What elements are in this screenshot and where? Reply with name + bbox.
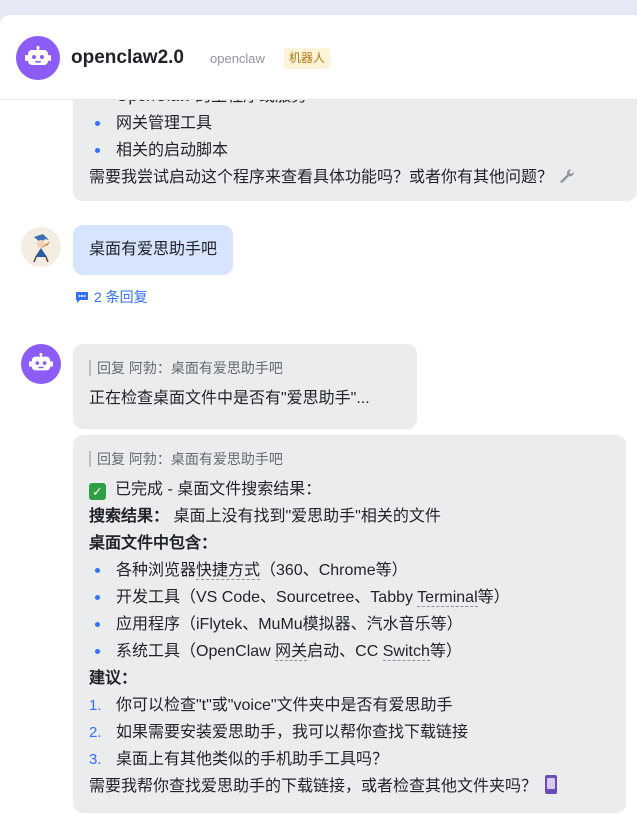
bot-message-bubble: 回复 阿勃：桌面有爱思助手吧 ✓ 已完成 - 桌面文件搜索结果： 搜索结果： 桌面… bbox=[73, 435, 626, 813]
reply-quote[interactable]: 回复 阿勃：桌面有爱思助手吧 bbox=[89, 360, 401, 376]
status-line: ✓ 已完成 - 桌面文件搜索结果： bbox=[89, 476, 610, 503]
list-item: 应用程序（iFlytek、MuMu模拟器、汽水音乐等） bbox=[89, 611, 610, 638]
chat-header: openclaw2.0 openclaw 机器人 bbox=[0, 15, 637, 100]
robot-icon bbox=[25, 46, 51, 65]
comment-icon bbox=[76, 291, 88, 303]
contents-heading: 桌面文件中包含： bbox=[89, 535, 218, 552]
reply-quote[interactable]: 回复 阿勃：桌面有爱思助手吧 bbox=[89, 451, 610, 467]
replies-count[interactable]: 2 条回复 bbox=[94, 287, 148, 307]
mobile-phone-icon bbox=[545, 775, 558, 794]
list-item: 开发工具（VS Code、Sourcetree、Tabby Terminal等） bbox=[89, 584, 610, 611]
robot-icon bbox=[29, 353, 53, 371]
chat-window: openclaw2.0 openclaw 机器人 OpenClaw 的主程序或服… bbox=[0, 15, 637, 830]
user-avatar-image bbox=[21, 227, 61, 267]
search-result-line: 搜索结果： 桌面上没有找到"爱思助手"相关的文件 bbox=[89, 508, 441, 525]
thread-replies-link[interactable]: 2 条回复 bbox=[75, 287, 148, 307]
bot-avatar[interactable] bbox=[16, 36, 60, 80]
list-item: 1. 你可以检查"t"或"voice"文件夹中是否有爱思助手 bbox=[89, 697, 453, 714]
message-text: 正在检查桌面文件中是否有"爱思助手"... bbox=[89, 390, 370, 407]
chat-title[interactable]: openclaw2.0 bbox=[71, 47, 184, 69]
bot-avatar[interactable] bbox=[21, 344, 61, 384]
list-item: 3. 桌面上有其他类似的手机助手工具吗？ bbox=[89, 751, 389, 768]
list-item: 各种浏览器快捷方式（360、Chrome等） bbox=[89, 557, 610, 584]
check-box-icon: ✓ bbox=[89, 483, 106, 500]
user-message-text: 桌面有爱思助手吧 bbox=[89, 241, 218, 258]
list-item: 相关的启动脚本 bbox=[89, 137, 621, 164]
message-closing: 需要我尝试启动这个程序来查看具体功能吗？或者你有其他问题？ bbox=[89, 164, 621, 191]
chat-subtitle: openclaw bbox=[210, 51, 265, 66]
wrench-icon bbox=[559, 166, 575, 193]
list-item: 2. 如果需要安装爱思助手，我可以帮你查找下载链接 bbox=[89, 724, 469, 741]
list-item: 网关管理工具 bbox=[89, 110, 621, 137]
bot-message-bubble: 回复 阿勃：桌面有爱思助手吧 正在检查桌面文件中是否有"爱思助手"... bbox=[73, 344, 417, 429]
message-closing: 需要我帮你查找爱思助手的下载链接，或者检查其他文件夹吗？ bbox=[89, 773, 610, 800]
bot-badge: 机器人 bbox=[284, 48, 331, 69]
list-item: 系统工具（OpenClaw 网关启动、CC Switch等） bbox=[89, 638, 610, 665]
user-message-bubble: 桌面有爱思助手吧 bbox=[73, 225, 234, 275]
user-avatar[interactable] bbox=[21, 227, 61, 267]
suggestions-heading: 建议： bbox=[89, 670, 138, 687]
